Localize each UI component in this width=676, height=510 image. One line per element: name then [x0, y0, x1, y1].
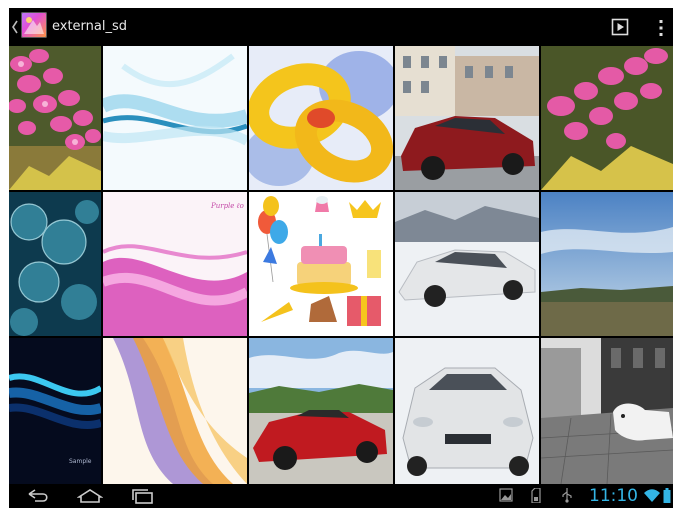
thumbnail-blue-bokeh[interactable]	[9, 192, 101, 336]
thumbnail-street-dog[interactable]	[541, 338, 673, 484]
album-title: external_sd	[52, 19, 128, 34]
thumbnail-white-car-snow[interactable]	[395, 192, 539, 336]
thumbnail-pink-swirl[interactable]: Purple ℓo	[103, 192, 247, 336]
recent-apps-icon[interactable]	[129, 488, 155, 504]
system-nav-bar: 11:10	[9, 484, 673, 508]
slideshow-icon[interactable]	[611, 18, 629, 36]
usb-icon	[562, 488, 572, 503]
device-screen: external_sd Purple ℓo Sample 11:10	[9, 8, 673, 508]
thumbnail-red-convertible[interactable]	[249, 338, 393, 484]
thumbnail-orchids-2[interactable]	[541, 46, 673, 190]
thumbnail-white-car-front[interactable]	[395, 338, 539, 484]
back-caret-icon[interactable]	[11, 18, 19, 36]
home-icon[interactable]	[77, 488, 103, 504]
thumbnail-yellow-rings[interactable]	[249, 46, 393, 190]
gallery-app-icon[interactable]	[21, 12, 47, 38]
status-clock: 11:10	[589, 486, 638, 506]
overflow-menu-icon[interactable]	[657, 18, 665, 38]
thumbnail-birthday[interactable]	[249, 192, 393, 336]
thumbnail-caption: Sample	[69, 458, 92, 465]
sd-card-icon	[531, 488, 541, 503]
thumbnail-grid: Purple ℓo Sample	[9, 46, 673, 484]
battery-icon	[663, 488, 671, 503]
wifi-icon	[644, 489, 660, 502]
thumbnail-caption: Purple ℓo	[211, 202, 244, 210]
thumbnail-dark-waves[interactable]: Sample	[9, 338, 101, 484]
action-bar: external_sd	[9, 8, 673, 46]
thumbnail-red-car-town[interactable]	[395, 46, 539, 190]
thumbnail-orchids[interactable]	[9, 46, 101, 190]
back-icon[interactable]	[25, 488, 51, 504]
gallery-notification-icon	[499, 488, 513, 502]
thumbnail-blue-waves[interactable]	[103, 46, 247, 190]
thumbnail-orange-swirl[interactable]	[103, 338, 247, 484]
thumbnail-landscape[interactable]	[541, 192, 673, 336]
